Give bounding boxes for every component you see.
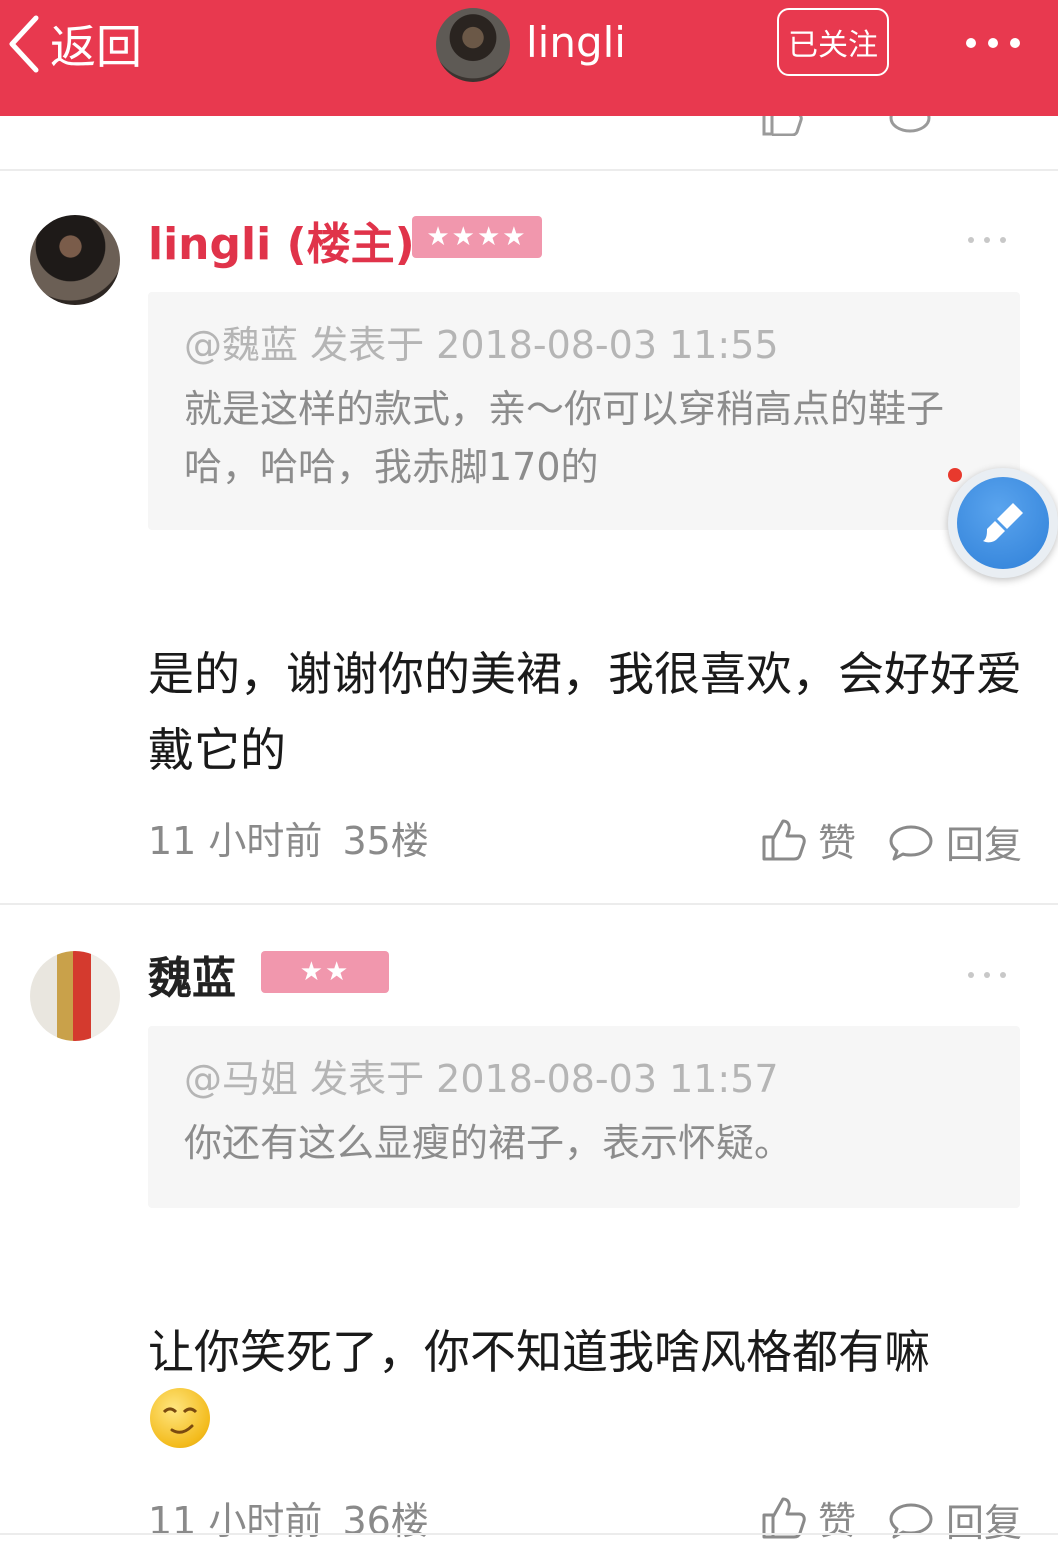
thumbs-up-icon — [762, 819, 806, 860]
quoted-reply: @魏蓝 发表于 2018-08-03 11:55 就是这样的款式，亲～你可以穿稍… — [148, 292, 1020, 530]
post-content: 是的，谢谢你的美裙，我很喜欢，会好好爱戴它的 — [148, 647, 1022, 777]
speech-bubble-icon — [889, 1503, 933, 1538]
speech-bubble-icon — [889, 825, 933, 860]
reply-button[interactable]: 回复 — [888, 1492, 1022, 1547]
top-nav-bar: 返回 lingli 已关注 — [0, 0, 1058, 116]
thumbs-up-icon[interactable] — [760, 116, 804, 136]
divider — [0, 903, 1058, 905]
smirk-emoji-icon — [150, 1388, 210, 1448]
quoted-reply: @马姐 发表于 2018-08-03 11:57 你还有这么显瘦的裙子，表示怀疑… — [148, 1026, 1020, 1208]
avatar[interactable] — [30, 951, 120, 1041]
quote-text: 你还有这么显瘦的裙子，表示怀疑。 — [184, 1121, 793, 1165]
post-more-icon[interactable] — [968, 972, 1006, 978]
avatar[interactable] — [30, 215, 120, 305]
post-meta: 11 小时前 36楼 — [148, 1490, 429, 1545]
more-options-icon[interactable] — [966, 38, 1020, 48]
chevron-left-icon — [9, 15, 39, 73]
reply-label: 回复 — [946, 823, 1023, 867]
speech-bubble-icon[interactable] — [888, 116, 932, 142]
divider — [0, 1533, 1058, 1535]
post-time: 11 小时前 — [148, 819, 323, 863]
quote-meta: @魏蓝 发表于 2018-08-03 11:55 — [184, 323, 779, 367]
like-button[interactable]: 赞 — [760, 1490, 856, 1545]
quote-meta: @马姐 发表于 2018-08-03 11:57 — [184, 1057, 779, 1101]
author-avatar[interactable] — [436, 8, 510, 82]
back-label: 返回 — [50, 20, 142, 74]
level-badge: ★★ — [261, 951, 389, 993]
post-content: 让你笑死了，你不知道我啥风格都有嘛 — [148, 1325, 930, 1379]
quote-text: 就是这样的款式，亲～你可以穿稍高点的鞋子哈，哈哈，我赤脚170的 — [184, 387, 945, 489]
like-button[interactable]: 赞 — [760, 812, 856, 867]
reply-button[interactable]: 回复 — [888, 814, 1022, 869]
reply-label: 回复 — [946, 1501, 1023, 1545]
brush-icon — [983, 503, 1023, 543]
like-label: 赞 — [818, 821, 857, 865]
divider — [0, 169, 1058, 171]
notification-dot — [948, 468, 962, 482]
previous-post-footer — [0, 116, 1058, 170]
post-more-icon[interactable] — [968, 237, 1006, 243]
follow-button[interactable]: 已关注 — [777, 8, 889, 76]
floor-number: 36楼 — [342, 1499, 429, 1543]
like-label: 赞 — [818, 1499, 857, 1543]
level-badge: ★★★★ — [412, 216, 542, 258]
post-time: 11 小时前 — [148, 1499, 323, 1543]
post-meta: 11 小时前 35楼 — [148, 810, 429, 865]
floor-number: 35楼 — [342, 819, 429, 863]
post-author-name[interactable]: lingli (楼主) — [148, 208, 415, 272]
floating-action-button[interactable] — [948, 468, 1058, 578]
author-name[interactable]: lingli — [526, 18, 626, 67]
back-button[interactable]: 返回 — [6, 14, 142, 74]
post-author-name[interactable]: 魏蓝 — [148, 942, 236, 1006]
